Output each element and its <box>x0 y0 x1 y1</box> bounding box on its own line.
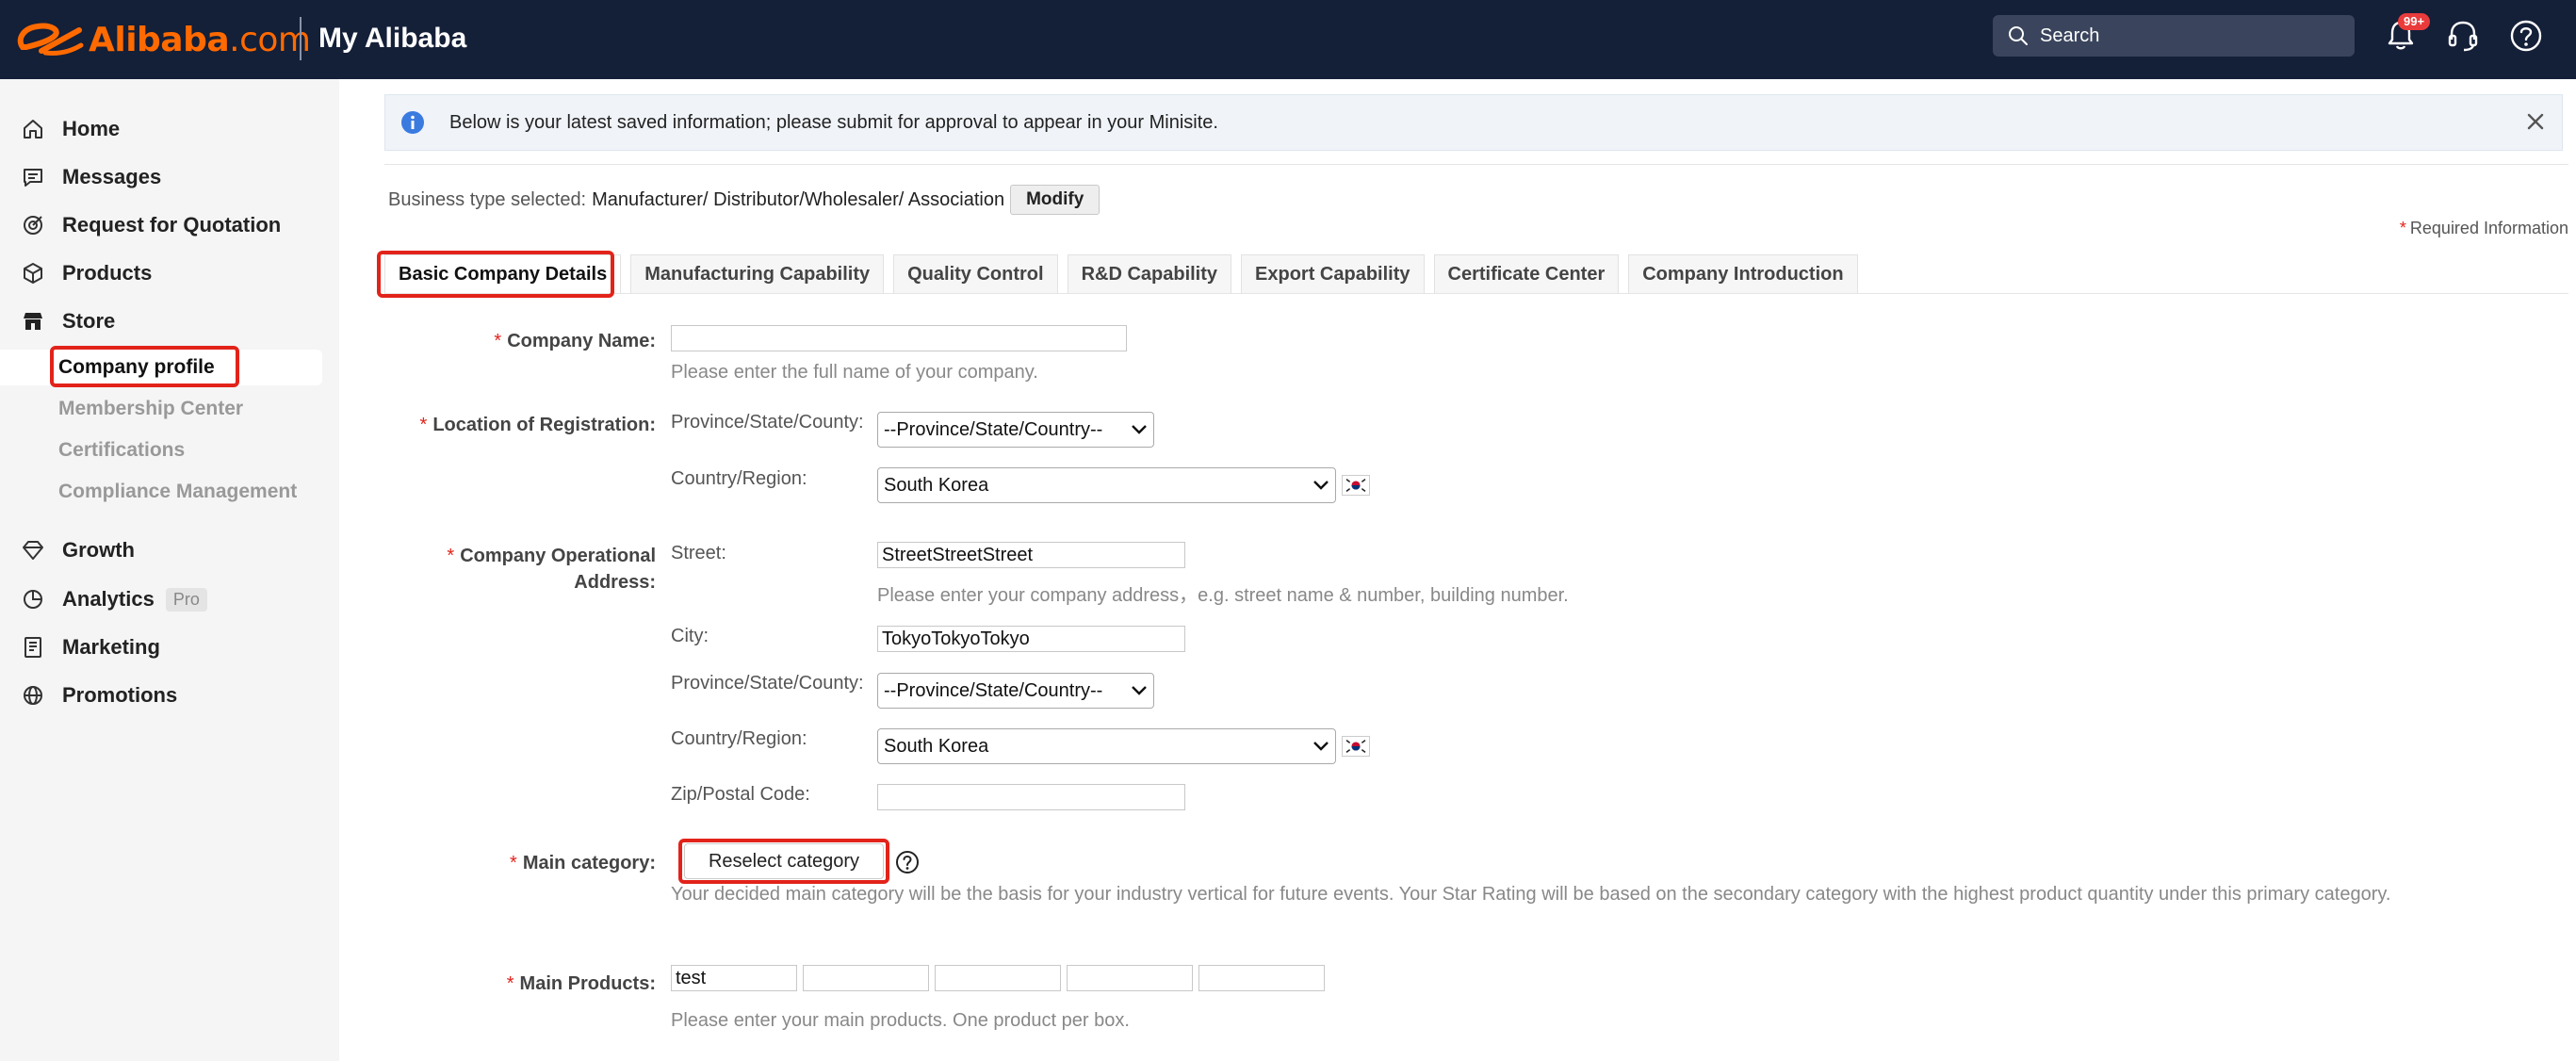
main-category-label: * Main category: <box>510 853 656 873</box>
company-name-input[interactable] <box>671 325 1127 351</box>
company-name-label: * Company Name: <box>494 331 656 351</box>
sidebar-subitem-company-profile[interactable]: Company profile <box>58 349 215 386</box>
chevron-down-icon <box>1132 686 1147 695</box>
sidebar-subitem-compliance-management[interactable]: Compliance Management <box>58 473 297 511</box>
registration-province-select[interactable]: --Province/State/Country-- <box>877 412 1154 448</box>
target-icon <box>24 216 42 235</box>
business-type-row: Business type selected: Manufacturer/ Di… <box>388 185 1101 215</box>
box-icon <box>24 263 42 284</box>
search-input[interactable]: Search <box>1993 15 2355 57</box>
info-icon <box>401 111 424 134</box>
sidebar-item-analytics[interactable]: Analytics Pro <box>0 579 339 620</box>
city-input[interactable] <box>877 626 1185 652</box>
search-placeholder: Search <box>2040 24 2100 46</box>
messages-icon <box>24 169 42 187</box>
search-icon <box>2009 26 2028 45</box>
sidebar-item-messages[interactable]: Messages <box>0 156 339 198</box>
pie-chart-icon <box>24 590 42 609</box>
logo-text: Alibaba.com <box>89 20 311 59</box>
logo-divider <box>300 17 302 60</box>
sidebar: Home Messages Request for Quotation Prod… <box>0 79 339 1061</box>
tab-rd-capability[interactable]: R&D Capability <box>1067 254 1232 294</box>
top-bar: Alibaba.com My Alibaba Search 99+ <box>0 0 2576 79</box>
sidebar-item-growth[interactable]: Growth <box>0 530 339 571</box>
address-country-select[interactable]: South Korea <box>877 728 1336 764</box>
close-icon[interactable] <box>2524 110 2547 133</box>
chevron-down-icon <box>1313 481 1329 490</box>
tab-basic-company-details[interactable]: Basic Company Details <box>384 254 622 294</box>
main-product-input-3[interactable] <box>935 965 1061 991</box>
question-mark-icon[interactable] <box>895 850 920 874</box>
sidebar-item-home[interactable]: Home <box>0 108 339 150</box>
business-type-label: Business type selected: <box>388 188 587 210</box>
store-icon <box>24 313 42 330</box>
korea-flag-icon <box>1342 736 1370 757</box>
tab-certificate-center[interactable]: Certificate Center <box>1433 254 1620 294</box>
alibaba-logo-icon <box>17 23 84 56</box>
alibaba-logo[interactable]: Alibaba.com <box>13 17 311 62</box>
company-name-hint: Please enter the full name of your compa… <box>671 362 1038 383</box>
notification-badge: 99+ <box>2398 13 2431 30</box>
operational-address-label: * Company Operational Address: <box>447 546 656 593</box>
main-product-input-2[interactable] <box>803 965 929 991</box>
tab-quality-control[interactable]: Quality Control <box>893 254 1058 294</box>
info-notice: Below is your latest saved information; … <box>384 94 2563 151</box>
sidebar-item-marketing[interactable]: Marketing <box>0 627 339 668</box>
address-province-label: Province/State/County: <box>671 673 864 694</box>
modify-button[interactable]: Modify <box>1010 185 1101 215</box>
main-products-label: * Main Products: <box>506 973 656 994</box>
chevron-down-icon <box>1132 425 1147 434</box>
zip-code-input[interactable] <box>877 784 1185 810</box>
home-icon <box>24 120 42 139</box>
headset-icon[interactable] <box>2444 17 2482 55</box>
tab-bar: Basic Company Details Manufacturing Capa… <box>384 254 1867 294</box>
address-country-label: Country/Region: <box>671 728 807 749</box>
street-input[interactable] <box>877 542 1185 568</box>
registration-country-label: Country/Region: <box>671 468 807 489</box>
help-icon[interactable] <box>2507 17 2545 55</box>
location-registration-label: * Location of Registration: <box>419 415 656 435</box>
street-label: Street: <box>671 543 726 563</box>
business-type-value: Manufacturer/ Distributor/Wholesaler/ As… <box>592 188 1005 210</box>
required-information-note: * Required Information <box>2399 219 2568 237</box>
street-hint: Please enter your company address，e.g. s… <box>877 585 1569 606</box>
sidebar-item-rfq[interactable]: Request for Quotation <box>0 204 339 246</box>
app-title: My Alibaba <box>318 23 467 54</box>
main-products-hint: Please enter your main products. One pro… <box>671 1010 1130 1031</box>
registration-country-select[interactable]: South Korea <box>877 467 1336 503</box>
main-product-input-4[interactable] <box>1067 965 1193 991</box>
tab-export-capability[interactable]: Export Capability <box>1241 254 1425 294</box>
sidebar-item-products[interactable]: Products <box>0 253 339 294</box>
tabs-divider <box>384 293 2568 294</box>
tab-company-introduction[interactable]: Company Introduction <box>1628 254 1858 294</box>
pro-badge: Pro <box>165 587 207 612</box>
chevron-down-icon <box>1313 742 1329 751</box>
divider <box>384 164 2568 165</box>
diamond-icon <box>23 541 43 560</box>
tab-manufacturing-capability[interactable]: Manufacturing Capability <box>630 254 885 294</box>
address-province-select[interactable]: --Province/State/Country-- <box>877 673 1154 709</box>
city-label: City: <box>671 626 709 646</box>
document-icon <box>24 637 41 658</box>
globe-icon <box>24 686 42 705</box>
sidebar-item-promotions[interactable]: Promotions <box>0 675 339 716</box>
main-product-input-1[interactable] <box>671 965 797 991</box>
reselect-category-button[interactable]: Reselect category <box>684 843 884 879</box>
notice-text: Below is your latest saved information; … <box>449 111 1218 133</box>
korea-flag-icon <box>1342 475 1370 496</box>
main-category-hint: Your decided main category will be the b… <box>671 884 2391 905</box>
sidebar-subitem-certifications[interactable]: Certifications <box>58 432 185 469</box>
registration-province-label: Province/State/County: <box>671 412 864 433</box>
zip-code-label: Zip/Postal Code: <box>671 784 810 805</box>
sidebar-item-store[interactable]: Store <box>0 301 339 342</box>
main-product-input-5[interactable] <box>1198 965 1325 991</box>
sidebar-subitem-membership-center[interactable]: Membership Center <box>58 390 243 428</box>
